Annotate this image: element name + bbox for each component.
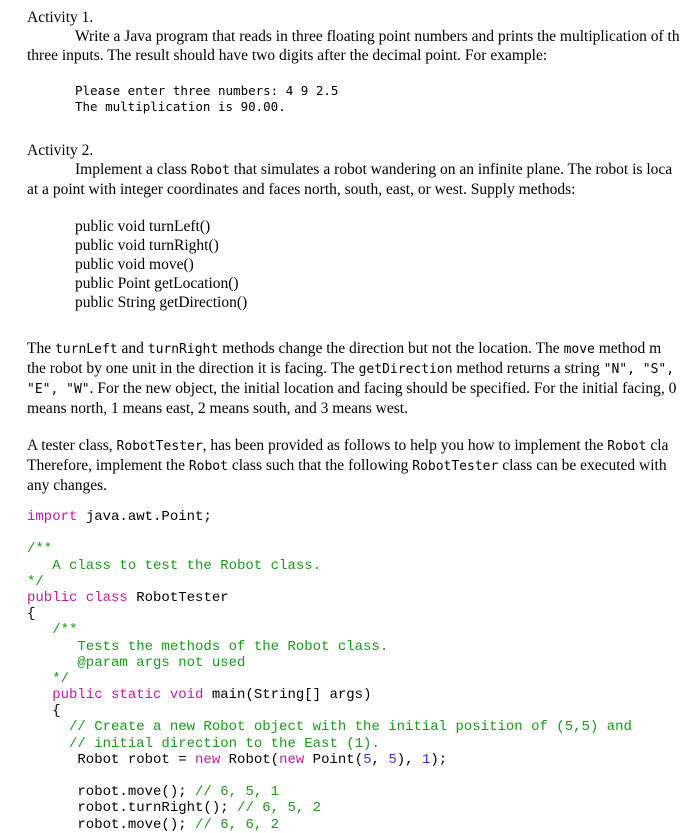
method-item: public void turnLeft()	[75, 218, 211, 235]
code-text: Robot(	[220, 751, 280, 768]
inline-code: "E", "W"	[27, 382, 90, 397]
paragraph-line: The turnLeft and turnRight methods chang…	[27, 339, 696, 359]
sample-output-line: The multiplication is 90.00.	[75, 99, 286, 114]
inline-code: RobotTester	[116, 439, 203, 454]
keyword: new	[195, 751, 221, 768]
paragraph-line: A tester class, RobotTester, has been pr…	[27, 436, 696, 456]
text: cla	[646, 437, 669, 454]
inline-code: RobotTester	[412, 459, 499, 474]
text: A tester class,	[27, 437, 117, 454]
code-text: Robot robot =	[27, 751, 196, 768]
text: method m	[594, 340, 662, 357]
code-line-comment: // Create a new Robot object with the in…	[27, 719, 632, 736]
code-line-doc-text: @param args not used	[27, 654, 246, 671]
sample-output: Please enter three numbers: 4 9 2.5 The …	[27, 83, 696, 115]
text: that simulates a robot wandering on an i…	[229, 161, 673, 178]
paragraph-line: the robot by one unit in the direction i…	[27, 359, 696, 379]
activity-2-intro-line-1: Implement a class Robot that simulates a…	[27, 160, 696, 180]
inline-code: Robot	[607, 439, 647, 454]
paragraph-line: "E", "W". For the new object, the initia…	[27, 379, 696, 399]
code-text: java.awt.Point;	[77, 509, 212, 525]
code-text: Point(	[304, 751, 364, 768]
code-text: robot.move();	[27, 816, 196, 833]
paragraph-line: means north, 1 means east, 2 means south…	[27, 400, 408, 417]
activity-1-line-2: three inputs. The result should have two…	[27, 47, 548, 64]
code-text: ),	[396, 751, 422, 768]
text: methods change the direction but not the…	[218, 340, 564, 357]
keyword: import	[27, 509, 78, 525]
code-line-doc-open: /**	[27, 622, 78, 639]
paragraph-line: any changes.	[27, 477, 108, 494]
number-literal: 5	[388, 751, 397, 768]
code-line-call: robot.move(); // 6, 5, 1	[27, 784, 696, 800]
number-literal: 5	[363, 751, 372, 768]
inline-code: Robot	[188, 459, 228, 474]
code-line-doc-text: Tests the methods of the Robot class.	[27, 638, 389, 655]
inline-code: turnRight	[147, 342, 219, 357]
inline-code: "N", "S",	[603, 362, 675, 377]
activity-2-intro-line-2: at a point with integer coordinates and …	[27, 181, 576, 198]
inline-code: Robot	[190, 163, 230, 178]
code-line-class-decl: public class RobotTester	[27, 590, 696, 606]
text: , has been provided as follows to help y…	[202, 437, 608, 454]
code-comment: // 6, 6, 2	[195, 816, 280, 833]
code-line-main-decl: public static void main(String[] args)	[27, 687, 696, 703]
code-line-brace: {	[27, 703, 61, 720]
code-line-doc-close: */	[27, 670, 70, 687]
sample-output-line: Please enter three numbers: 4 9 2.5	[75, 83, 339, 98]
keyword: public class	[27, 589, 128, 606]
code-line-call: robot.move(); // 6, 6, 2	[27, 817, 696, 833]
text: and	[117, 340, 148, 357]
code-line-import: import java.awt.Point;	[27, 509, 696, 525]
text: class can be executed with	[498, 457, 667, 474]
description-paragraph: The turnLeft and turnRight methods chang…	[27, 339, 696, 418]
code-text: main(String[] args)	[203, 687, 372, 704]
method-item: public void turnRight()	[75, 237, 219, 254]
activity-2-title: Activity 2.	[27, 142, 94, 159]
code-line-doc-text: A class to test the Robot class.	[27, 557, 322, 574]
text: The	[27, 340, 55, 357]
code-line-robot-decl: Robot robot = new Robot(new Point(5, 5),…	[27, 752, 696, 768]
text: . For the new object, the initial locati…	[89, 380, 677, 397]
inline-code: turnLeft	[54, 342, 118, 357]
inline-code: getDirection	[358, 362, 453, 377]
code-line-comment: // initial direction to the East (1).	[27, 735, 380, 752]
code-listing: import java.awt.Point; /** A class to te…	[27, 509, 696, 833]
code-text: robot.move();	[27, 784, 196, 801]
text: method returns a string	[452, 360, 604, 377]
code-line-doc-close: */	[27, 573, 44, 590]
text: class such that the following	[227, 457, 413, 474]
code-text: );	[430, 751, 448, 768]
text: the robot by one unit in the direction i…	[27, 360, 359, 377]
method-item: public void move()	[75, 256, 194, 273]
activity-1-title: Activity 1.	[27, 9, 94, 26]
code-text: ,	[371, 751, 389, 768]
text: Therefore, implement the	[27, 457, 189, 474]
paragraph-line: Therefore, implement the Robot class suc…	[27, 456, 696, 476]
keyword: new	[279, 751, 305, 768]
text: Implement a class	[75, 161, 191, 178]
method-list: public void turnLeft() public void turnR…	[27, 217, 696, 312]
code-line-doc-open: /**	[27, 541, 53, 558]
activity-1-line-1: Write a Java program that reads in three…	[75, 28, 680, 45]
activity-1: Activity 1. Write a Java program that re…	[27, 8, 696, 115]
method-item: public Point getLocation()	[75, 275, 239, 292]
keyword: public static void	[52, 687, 204, 704]
activity-2: Activity 2. Implement a class Robot that…	[27, 141, 696, 495]
code-text: RobotTester	[127, 589, 229, 606]
code-comment: // 6, 5, 1	[195, 784, 280, 801]
method-item: public String getDirection()	[75, 294, 248, 311]
tester-paragraph: A tester class, RobotTester, has been pr…	[27, 436, 696, 495]
inline-code: move	[563, 342, 595, 357]
code-line-brace: {	[27, 606, 36, 623]
document-page: Activity 1. Write a Java program that re…	[27, 8, 696, 833]
